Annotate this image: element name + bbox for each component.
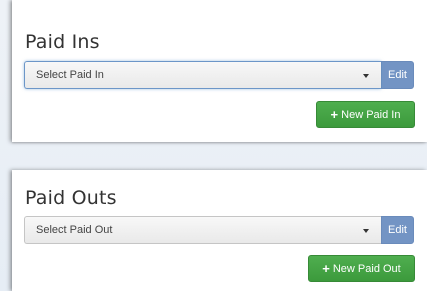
paid-outs-select-row: Select Paid Out Edit [24,216,414,244]
paid-outs-edit-button[interactable]: Edit [381,216,414,244]
paid-ins-select-value: Select Paid In [36,69,104,81]
paid-outs-select-value: Select Paid Out [36,224,113,236]
paid-ins-title: Paid Ins [25,31,100,53]
new-paid-in-label: New Paid In [341,108,401,121]
new-paid-out-button[interactable]: + New Paid Out [308,255,415,282]
caret-down-icon [363,229,369,233]
caret-down-icon [363,74,369,78]
paid-outs-panel: Paid Outs Select Paid Out Edit + New Pai… [12,170,427,291]
paid-ins-edit-button[interactable]: Edit [381,61,414,89]
paid-ins-panel: Paid Ins Select Paid In Edit + New Paid … [12,0,427,142]
new-paid-in-button[interactable]: + New Paid In [316,101,415,128]
plus-icon: + [330,106,339,122]
plus-icon: + [322,260,330,276]
paid-ins-select-row: Select Paid In Edit [24,61,414,89]
new-paid-out-label: New Paid Out [332,262,401,275]
paid-outs-select[interactable]: Select Paid Out [24,216,381,244]
paid-ins-select[interactable]: Select Paid In [24,61,381,89]
paid-outs-title: Paid Outs [25,187,117,209]
page: Paid Ins Select Paid In Edit + New Paid … [0,0,427,291]
